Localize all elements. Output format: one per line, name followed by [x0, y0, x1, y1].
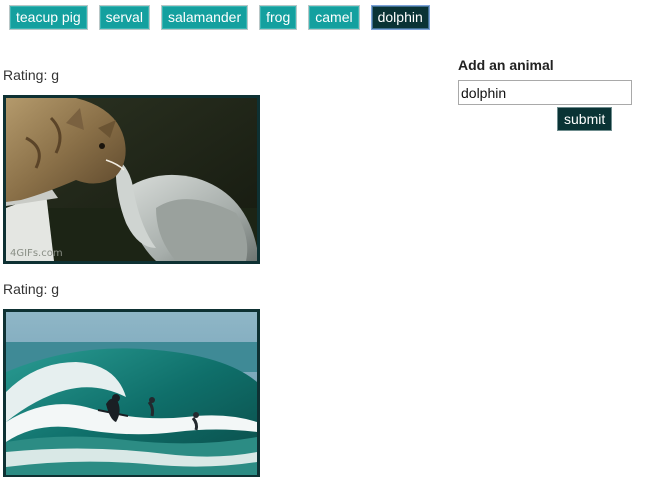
- animal-button-dolphin[interactable]: dolphin: [370, 5, 430, 30]
- gif-results: Rating: g 4GIFs.com Rating: g: [3, 66, 303, 477]
- animal-button-serval[interactable]: serval: [98, 5, 150, 30]
- add-animal-form: Add an animal submit: [458, 56, 638, 131]
- gif-rating: Rating: g: [3, 281, 60, 297]
- gif-watermark: 4GIFs.com: [10, 248, 63, 259]
- gif-item: Rating: g: [3, 280, 303, 477]
- add-animal-heading: Add an animal: [458, 57, 554, 73]
- submit-button[interactable]: submit: [557, 107, 613, 131]
- cat-and-dolphin-image: 4GIFs.com: [6, 98, 257, 261]
- gif-image-dolphin-wave[interactable]: [3, 309, 260, 477]
- animal-button-camel[interactable]: camel: [308, 5, 360, 30]
- animal-button-frog[interactable]: frog: [259, 5, 298, 30]
- dolphin-wave-image: [6, 312, 257, 475]
- page: teacup pig serval salamander frog camel …: [0, 0, 651, 477]
- animal-button-bar: teacup pig serval salamander frog camel …: [9, 5, 430, 30]
- gif-rating: Rating: g: [3, 67, 60, 83]
- animal-button-salamander[interactable]: salamander: [160, 5, 249, 30]
- gif-item: Rating: g: [3, 66, 303, 264]
- animal-input[interactable]: [458, 80, 632, 105]
- animal-button-teacup-pig[interactable]: teacup pig: [9, 5, 88, 30]
- gif-image-cat-dolphin[interactable]: 4GIFs.com: [3, 95, 260, 264]
